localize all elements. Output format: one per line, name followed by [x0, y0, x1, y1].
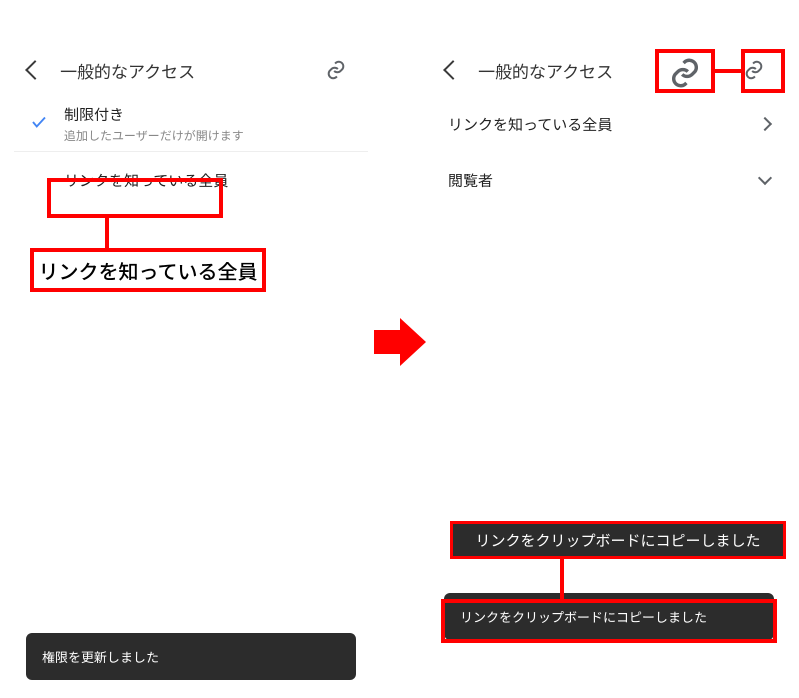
link-icon[interactable] — [318, 52, 354, 88]
chevron-down-icon — [758, 171, 772, 185]
back-icon[interactable] — [443, 60, 463, 80]
anyone-title: リンクを知っている全員 — [448, 114, 760, 135]
header-title: 一般的なアクセス — [478, 58, 736, 83]
toast-right: リンクをクリップボードにコピーしました — [444, 593, 774, 640]
phone-left: 一般的なアクセス 制限付き 追加したユーザーだけが開けます リンクを知っている全… — [14, 0, 368, 698]
row-role[interactable]: 閲覧者 — [432, 152, 786, 208]
phone-right: 一般的なアクセス リンクを知っている全員 閲覧者 リンクをクリップボードにコピー… — [432, 0, 786, 698]
header: 一般的なアクセス — [432, 44, 786, 96]
check-icon — [30, 111, 48, 137]
header: 一般的なアクセス — [14, 44, 368, 96]
option-restricted[interactable]: 制限付き 追加したユーザーだけが開けます — [14, 96, 368, 152]
notch — [432, 0, 786, 20]
row-anyone-link[interactable]: リンクを知っている全員 — [432, 96, 786, 152]
annot-label-anyone: リンクを知っている全員 — [30, 248, 266, 292]
toast-left: 権限を更新しました — [26, 633, 356, 680]
toast-text: リンクをクリップボードにコピーしました — [460, 607, 707, 626]
chevron-right-icon — [758, 117, 772, 131]
row-main: 制限付き 追加したユーザーだけが開けます — [64, 104, 352, 144]
annot-label-copied: リンクをクリップボードにコピーしました — [450, 521, 786, 559]
restricted-title: 制限付き — [64, 104, 352, 125]
header-title: 一般的なアクセス — [60, 58, 318, 83]
back-icon[interactable] — [25, 60, 45, 80]
anyone-title: リンクを知っている全員 — [64, 170, 352, 191]
option-anyone[interactable]: リンクを知っている全員 — [14, 152, 368, 208]
role-title: 閲覧者 — [448, 170, 760, 191]
link-icon[interactable] — [736, 52, 772, 88]
restricted-sub: 追加したユーザーだけが開けます — [64, 127, 352, 144]
arrow-icon — [374, 316, 426, 368]
notch — [14, 0, 368, 20]
toast-text: 権限を更新しました — [42, 647, 159, 666]
